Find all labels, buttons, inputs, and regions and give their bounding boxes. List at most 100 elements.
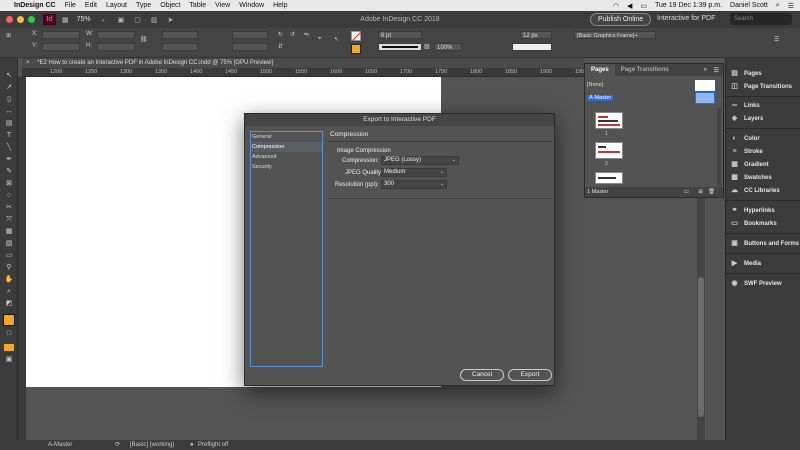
dock-item-gradient[interactable]: ▦ Gradient [730,160,768,170]
category-security[interactable]: Security [251,162,322,172]
opacity-icon[interactable]: ▨ [424,43,430,50]
page-1-thumbnail[interactable] [595,112,623,129]
category-compression[interactable]: Compression [251,142,322,152]
battery-icon[interactable]: ▭ [640,2,647,10]
dock-item-buttons-and-forms[interactable]: ▣ Buttons and Forms [730,239,799,249]
text-wrap-preview[interactable] [512,43,552,51]
menubar-user[interactable]: Daniel Scott [730,2,768,9]
scale-y-field[interactable] [162,43,198,51]
delete-page-icon[interactable]: 🗑 [708,187,715,197]
bridge-icon[interactable]: ▦ [62,16,69,24]
zoom-tool-icon[interactable]: ⌕ [3,288,15,296]
dock-item-cc-libraries[interactable]: ☁ CC Libraries [730,186,780,196]
menu-help[interactable]: Help [273,2,287,9]
notification-center-icon[interactable]: ☰ [788,2,794,10]
jpeg-quality-select[interactable]: Medium ⌄ [381,168,447,177]
pencil-tool-icon[interactable]: ✎ [3,168,15,176]
shear-field[interactable] [232,43,268,51]
gap-tool-icon[interactable]: ↔ [3,108,15,116]
category-general[interactable]: General [251,132,322,142]
tab-pages[interactable]: Pages [585,64,615,76]
height-field[interactable] [97,43,135,51]
fill-swatch[interactable] [351,31,361,41]
workspace-switcher[interactable]: Interactive for PDF [657,15,715,22]
stroke-swatch[interactable] [351,44,361,54]
reference-point-icon[interactable]: ⊞ [6,32,11,39]
rotation-field[interactable] [232,31,268,39]
screen-mode-icon[interactable]: ▢ [134,16,141,24]
hand-tool-icon[interactable]: ✋ [3,276,15,284]
status-refresh-icon[interactable]: ⟳ [115,440,120,450]
panel-menu-icon[interactable]: ☰ [714,67,719,74]
gradient-feather-tool-icon[interactable]: ▧ [3,240,15,248]
cancel-button[interactable]: Cancel [460,369,504,381]
opacity-field[interactable]: 100% [434,43,462,51]
width-field[interactable] [97,31,135,39]
menu-app-name[interactable]: InDesign CC [14,2,56,9]
constrain-proportions-icon[interactable]: ⛓ [140,36,148,43]
preview-mode-icon[interactable] [4,344,14,351]
free-transform-tool-icon[interactable]: ⤧ [3,216,15,224]
volume-icon[interactable]: ◀ [627,2,632,10]
close-window-button[interactable] [6,16,13,23]
dock-item-links[interactable]: ∞ Links [730,101,760,111]
flip-vertical-icon[interactable]: ⇵ [278,43,283,50]
edit-page-size-icon[interactable]: ▭ [684,187,689,197]
gradient-swatch-tool-icon[interactable]: ▦ [3,228,15,236]
eyedropper-tool-icon[interactable]: ⚲ [3,264,15,272]
menu-table[interactable]: Table [189,2,206,9]
fx-field[interactable]: 12 px [520,31,552,39]
stroke-type-select[interactable] [378,43,422,51]
dock-item-pages[interactable]: ▤ Pages [730,69,762,79]
export-button[interactable]: Export [508,369,552,381]
type-tool-icon[interactable]: T [3,132,15,140]
screen-mode-toggle-icon[interactable]: ▣ [3,356,15,364]
menu-object[interactable]: Object [160,2,180,9]
line-tool-icon[interactable]: ╲ [3,144,15,152]
new-page-icon[interactable]: ⊞ [698,187,703,197]
publish-icon[interactable]: ➤ [168,16,174,24]
spotlight-search-icon[interactable]: ⌕ [776,2,780,10]
page-2-thumbnail[interactable] [595,142,623,159]
status-style[interactable]: [Basic] (working) [130,440,174,450]
dock-item-hyperlinks[interactable]: ⚭ Hyperlinks [730,206,775,216]
dock-item-bookmarks[interactable]: ▭ Bookmarks [730,219,777,229]
flip-horizontal-icon[interactable]: ⇋ [304,31,309,38]
rectangle-frame-tool-icon[interactable]: ⊠ [3,180,15,188]
search-input[interactable]: Search [730,13,792,25]
menu-view[interactable]: View [215,2,230,9]
object-style-select[interactable]: [Basic Graphics Frame]+ [574,31,656,39]
dock-item-swf-preview[interactable]: ◉ SWF Preview [730,279,781,289]
none-master-row[interactable]: [None] [587,80,715,91]
chevron-down-icon[interactable]: ⌄ [101,16,106,23]
close-panel-icon[interactable]: » [704,67,707,73]
view-options-icon[interactable]: ▣ [118,16,125,24]
category-advanced[interactable]: Advanced [251,152,322,162]
tab-page-transitions[interactable]: Page Transitions [615,67,675,73]
rotate-ccw-icon[interactable]: ↺ [290,31,295,38]
dock-item-page-transitions[interactable]: ◫ Page Transitions [730,82,792,92]
rotate-cw-icon[interactable]: ↻ [278,31,283,38]
menu-edit[interactable]: Edit [85,2,97,9]
document-tab[interactable]: × *E2 How to create an Interactive PDF i… [22,58,584,68]
panel-menu-icon[interactable]: ☰ [774,36,779,43]
dock-item-stroke[interactable]: ≡ Stroke [730,147,762,157]
default-fill-stroke-icon[interactable]: ◩ [3,300,15,308]
scale-x-field[interactable] [162,31,198,39]
content-collector-icon[interactable]: ▤ [3,120,15,128]
publish-online-button[interactable]: Publish Online [590,13,652,26]
direct-selection-tool-icon[interactable]: ↗ [3,84,15,92]
menu-layout[interactable]: Layout [106,2,127,9]
formatting-affects-container-icon[interactable]: □ [3,330,15,338]
minimize-window-button[interactable] [17,16,24,23]
status-preflight[interactable]: Preflight off [198,440,228,450]
x-field[interactable] [42,31,80,39]
fill-stroke-proxy[interactable] [3,314,15,326]
zoom-level[interactable]: 75% [77,16,91,23]
maximize-window-button[interactable] [28,16,35,23]
menu-type[interactable]: Type [136,2,151,9]
selection-tool-icon[interactable]: ↖ [3,72,15,80]
select-content-icon[interactable]: ↖ [334,36,339,43]
status-page-select[interactable]: A-Master [48,440,72,450]
menu-window[interactable]: Window [239,2,264,9]
